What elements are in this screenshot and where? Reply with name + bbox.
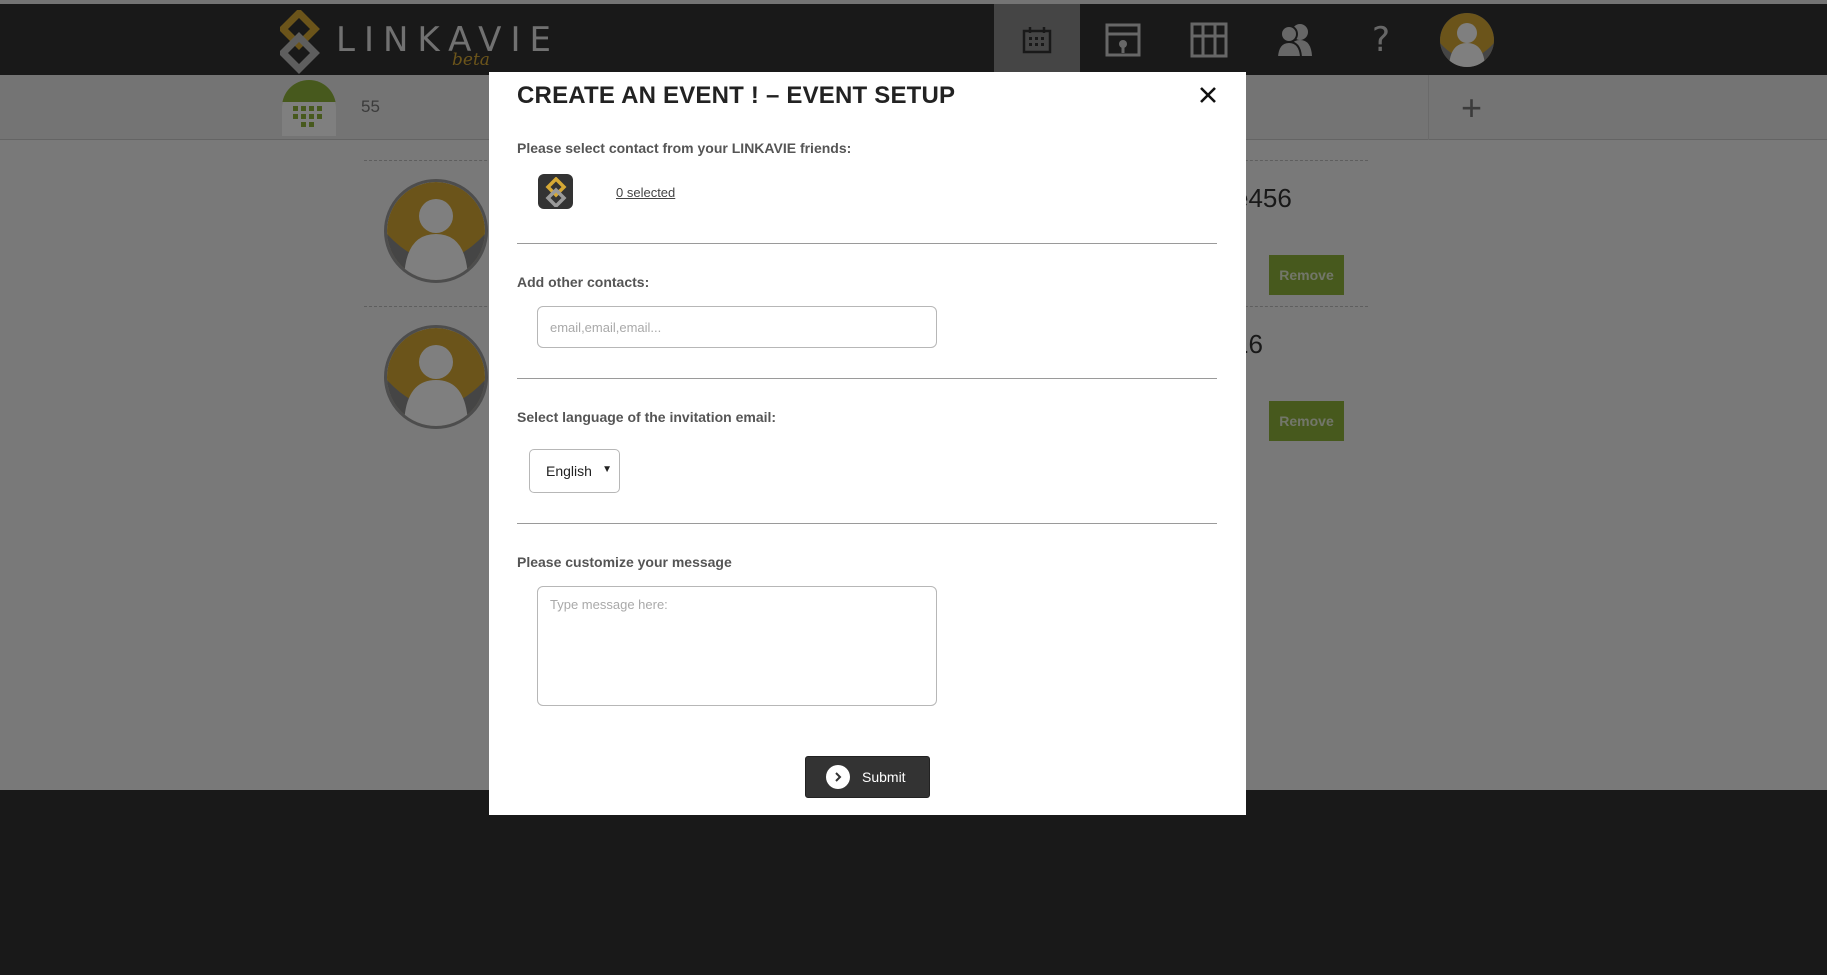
divider	[517, 523, 1217, 524]
dropdown-arrow-icon: ▼	[602, 464, 612, 475]
divider	[517, 378, 1217, 379]
message-label: Please customize your message	[517, 554, 732, 570]
linkavie-friends-icon	[545, 176, 566, 207]
submit-button[interactable]: Submit	[805, 756, 930, 798]
other-contacts-label: Add other contacts:	[517, 274, 650, 290]
chevron-right-icon	[826, 765, 850, 789]
close-button[interactable]	[1193, 80, 1223, 110]
language-label: Select language of the invitation email:	[517, 409, 777, 425]
close-icon	[1200, 87, 1216, 103]
language-select[interactable]: English ▼	[529, 449, 620, 493]
friends-label: Please select contact from your LINKAVIE…	[517, 140, 852, 156]
modal-title: CREATE AN EVENT ! – EVENT SETUP	[517, 82, 956, 109]
friend-picker-button[interactable]	[538, 174, 573, 209]
create-event-modal: CREATE AN EVENT ! – EVENT SETUP Please s…	[489, 72, 1246, 815]
message-textarea[interactable]	[537, 586, 937, 706]
submit-label: Submit	[862, 769, 906, 785]
selected-contacts-link[interactable]: 0 selected	[616, 185, 675, 200]
email-contacts-input[interactable]	[537, 306, 937, 348]
divider	[517, 243, 1217, 244]
language-select-value: English	[546, 463, 592, 479]
